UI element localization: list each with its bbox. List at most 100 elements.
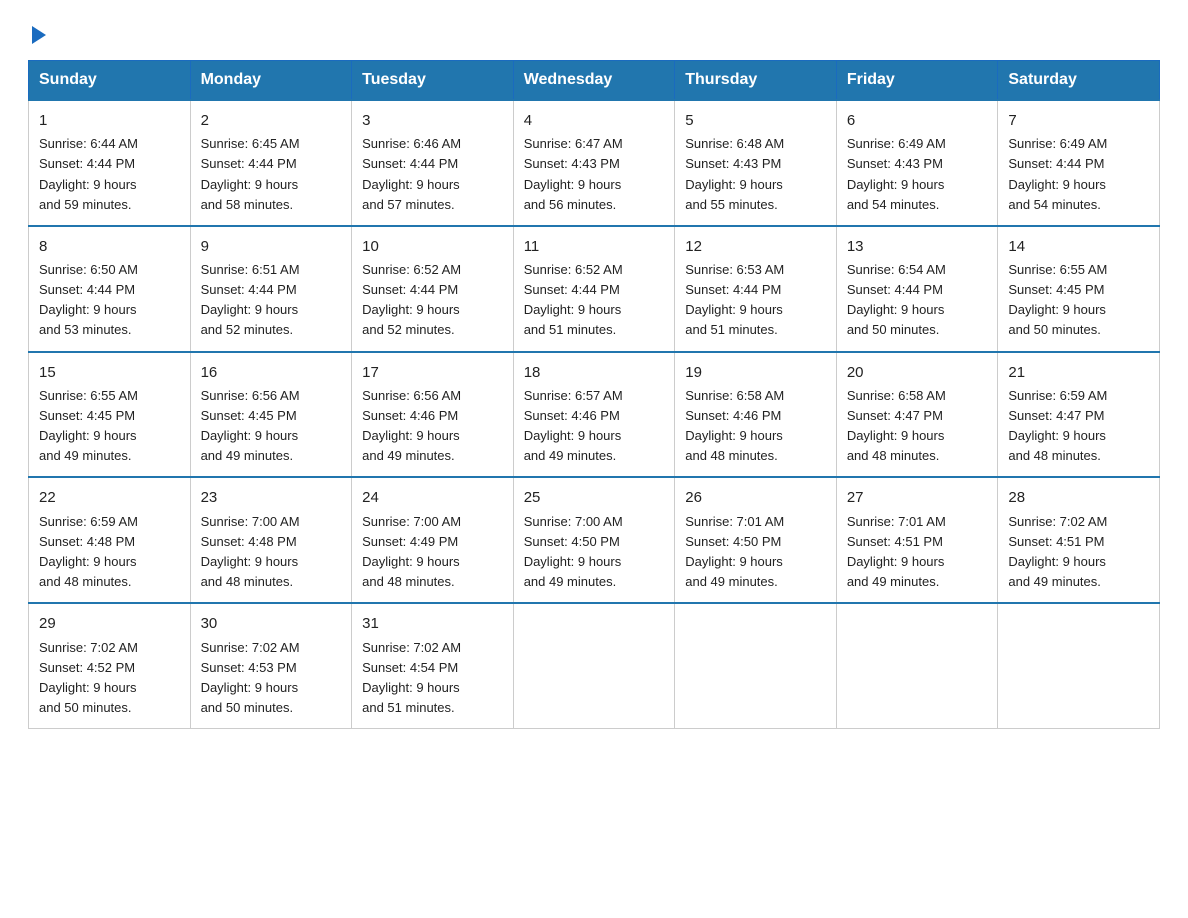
- day-number: 28: [1008, 486, 1149, 509]
- day-info: Sunrise: 7:02 AMSunset: 4:52 PMDaylight:…: [39, 638, 180, 719]
- day-info: Sunrise: 7:02 AMSunset: 4:51 PMDaylight:…: [1008, 512, 1149, 593]
- day-number: 5: [685, 109, 826, 132]
- day-info: Sunrise: 7:00 AMSunset: 4:48 PMDaylight:…: [201, 512, 342, 593]
- day-info: Sunrise: 6:56 AMSunset: 4:45 PMDaylight:…: [201, 386, 342, 467]
- calendar-cell: 29Sunrise: 7:02 AMSunset: 4:52 PMDayligh…: [29, 603, 191, 728]
- calendar-table: SundayMondayTuesdayWednesdayThursdayFrid…: [28, 60, 1160, 729]
- calendar-cell: 7Sunrise: 6:49 AMSunset: 4:44 PMDaylight…: [998, 100, 1160, 226]
- day-number: 6: [847, 109, 988, 132]
- day-info: Sunrise: 6:58 AMSunset: 4:46 PMDaylight:…: [685, 386, 826, 467]
- day-number: 31: [362, 612, 503, 635]
- day-info: Sunrise: 6:54 AMSunset: 4:44 PMDaylight:…: [847, 260, 988, 341]
- day-info: Sunrise: 6:59 AMSunset: 4:47 PMDaylight:…: [1008, 386, 1149, 467]
- calendar-week-1: 1Sunrise: 6:44 AMSunset: 4:44 PMDaylight…: [29, 100, 1160, 226]
- day-info: Sunrise: 6:52 AMSunset: 4:44 PMDaylight:…: [524, 260, 665, 341]
- day-number: 19: [685, 361, 826, 384]
- day-info: Sunrise: 6:51 AMSunset: 4:44 PMDaylight:…: [201, 260, 342, 341]
- day-number: 4: [524, 109, 665, 132]
- day-number: 26: [685, 486, 826, 509]
- calendar-cell: [998, 603, 1160, 728]
- calendar-week-3: 15Sunrise: 6:55 AMSunset: 4:45 PMDayligh…: [29, 352, 1160, 478]
- calendar-cell: 3Sunrise: 6:46 AMSunset: 4:44 PMDaylight…: [352, 100, 514, 226]
- column-header-tuesday: Tuesday: [352, 61, 514, 101]
- day-number: 1: [39, 109, 180, 132]
- calendar-week-5: 29Sunrise: 7:02 AMSunset: 4:52 PMDayligh…: [29, 603, 1160, 728]
- day-number: 24: [362, 486, 503, 509]
- day-number: 2: [201, 109, 342, 132]
- calendar-cell: 12Sunrise: 6:53 AMSunset: 4:44 PMDayligh…: [675, 226, 837, 352]
- column-header-wednesday: Wednesday: [513, 61, 675, 101]
- calendar-header-row: SundayMondayTuesdayWednesdayThursdayFrid…: [29, 61, 1160, 101]
- day-number: 20: [847, 361, 988, 384]
- calendar-cell: 31 Sunrise: 7:02 AMSunset: 4:54 PMDayligh…: [352, 603, 514, 728]
- day-number: 22: [39, 486, 180, 509]
- day-info: Sunrise: 7:02 AMSunset: 4:54 PMDaylight:…: [362, 638, 503, 719]
- calendar-cell: 14Sunrise: 6:55 AMSunset: 4:45 PMDayligh…: [998, 226, 1160, 352]
- day-info: Sunrise: 7:00 AMSunset: 4:49 PMDaylight:…: [362, 512, 503, 593]
- day-number: 3: [362, 109, 503, 132]
- calendar-cell: 2Sunrise: 6:45 AMSunset: 4:44 PMDaylight…: [190, 100, 352, 226]
- day-info: Sunrise: 6:56 AMSunset: 4:46 PMDaylight:…: [362, 386, 503, 467]
- calendar-cell: 23 Sunrise: 7:00 AMSunset: 4:48 PMDayligh…: [190, 477, 352, 603]
- calendar-cell: 1Sunrise: 6:44 AMSunset: 4:44 PMDaylight…: [29, 100, 191, 226]
- day-number: 27: [847, 486, 988, 509]
- calendar-cell: 16Sunrise: 6:56 AMSunset: 4:45 PMDayligh…: [190, 352, 352, 478]
- column-header-sunday: Sunday: [29, 61, 191, 101]
- day-info: Sunrise: 6:58 AMSunset: 4:47 PMDaylight:…: [847, 386, 988, 467]
- calendar-cell: 10Sunrise: 6:52 AMSunset: 4:44 PMDayligh…: [352, 226, 514, 352]
- day-number: 30: [201, 612, 342, 635]
- day-number: 10: [362, 235, 503, 258]
- calendar-cell: 4Sunrise: 6:47 AMSunset: 4:43 PMDaylight…: [513, 100, 675, 226]
- day-info: Sunrise: 6:48 AMSunset: 4:43 PMDaylight:…: [685, 134, 826, 215]
- day-info: Sunrise: 6:59 AMSunset: 4:48 PMDaylight:…: [39, 512, 180, 593]
- day-info: Sunrise: 6:49 AMSunset: 4:43 PMDaylight:…: [847, 134, 988, 215]
- day-info: Sunrise: 6:50 AMSunset: 4:44 PMDaylight:…: [39, 260, 180, 341]
- calendar-cell: 17Sunrise: 6:56 AMSunset: 4:46 PMDayligh…: [352, 352, 514, 478]
- day-info: Sunrise: 6:57 AMSunset: 4:46 PMDaylight:…: [524, 386, 665, 467]
- logo-triangle-icon: [32, 26, 46, 44]
- day-number: 21: [1008, 361, 1149, 384]
- day-number: 18: [524, 361, 665, 384]
- calendar-cell: 8Sunrise: 6:50 AMSunset: 4:44 PMDaylight…: [29, 226, 191, 352]
- calendar-cell: [675, 603, 837, 728]
- day-number: 16: [201, 361, 342, 384]
- day-info: Sunrise: 7:00 AMSunset: 4:50 PMDaylight:…: [524, 512, 665, 593]
- calendar-cell: 22 Sunrise: 6:59 AMSunset: 4:48 PMDayligh…: [29, 477, 191, 603]
- column-header-thursday: Thursday: [675, 61, 837, 101]
- calendar-week-2: 8Sunrise: 6:50 AMSunset: 4:44 PMDaylight…: [29, 226, 1160, 352]
- day-info: Sunrise: 7:02 AMSunset: 4:53 PMDaylight:…: [201, 638, 342, 719]
- day-info: Sunrise: 6:53 AMSunset: 4:44 PMDaylight:…: [685, 260, 826, 341]
- day-number: 17: [362, 361, 503, 384]
- day-info: Sunrise: 7:01 AMSunset: 4:51 PMDaylight:…: [847, 512, 988, 593]
- calendar-cell: [513, 603, 675, 728]
- column-header-saturday: Saturday: [998, 61, 1160, 101]
- column-header-monday: Monday: [190, 61, 352, 101]
- calendar-cell: 11Sunrise: 6:52 AMSunset: 4:44 PMDayligh…: [513, 226, 675, 352]
- calendar-cell: 28 Sunrise: 7:02 AMSunset: 4:51 PMDayligh…: [998, 477, 1160, 603]
- logo: [28, 24, 46, 42]
- day-info: Sunrise: 6:55 AMSunset: 4:45 PMDaylight:…: [1008, 260, 1149, 341]
- day-number: 7: [1008, 109, 1149, 132]
- day-number: 23: [201, 486, 342, 509]
- day-number: 14: [1008, 235, 1149, 258]
- calendar-cell: 26Sunrise: 7:01 AMSunset: 4:50 PMDayligh…: [675, 477, 837, 603]
- day-info: Sunrise: 6:44 AMSunset: 4:44 PMDaylight:…: [39, 134, 180, 215]
- day-info: Sunrise: 6:49 AMSunset: 4:44 PMDaylight:…: [1008, 134, 1149, 215]
- day-number: 13: [847, 235, 988, 258]
- calendar-cell: 25 Sunrise: 7:00 AMSunset: 4:50 PMDayligh…: [513, 477, 675, 603]
- calendar-cell: 13Sunrise: 6:54 AMSunset: 4:44 PMDayligh…: [836, 226, 998, 352]
- page-header: [28, 24, 1160, 42]
- calendar-cell: 21Sunrise: 6:59 AMSunset: 4:47 PMDayligh…: [998, 352, 1160, 478]
- day-number: 8: [39, 235, 180, 258]
- calendar-cell: 20Sunrise: 6:58 AMSunset: 4:47 PMDayligh…: [836, 352, 998, 478]
- calendar-cell: 9Sunrise: 6:51 AMSunset: 4:44 PMDaylight…: [190, 226, 352, 352]
- day-number: 12: [685, 235, 826, 258]
- calendar-cell: 30 Sunrise: 7:02 AMSunset: 4:53 PMDayligh…: [190, 603, 352, 728]
- calendar-cell: 5Sunrise: 6:48 AMSunset: 4:43 PMDaylight…: [675, 100, 837, 226]
- calendar-week-4: 22 Sunrise: 6:59 AMSunset: 4:48 PMDayligh…: [29, 477, 1160, 603]
- day-info: Sunrise: 6:55 AMSunset: 4:45 PMDaylight:…: [39, 386, 180, 467]
- calendar-cell: 18Sunrise: 6:57 AMSunset: 4:46 PMDayligh…: [513, 352, 675, 478]
- day-number: 25: [524, 486, 665, 509]
- column-header-friday: Friday: [836, 61, 998, 101]
- calendar-cell: 15Sunrise: 6:55 AMSunset: 4:45 PMDayligh…: [29, 352, 191, 478]
